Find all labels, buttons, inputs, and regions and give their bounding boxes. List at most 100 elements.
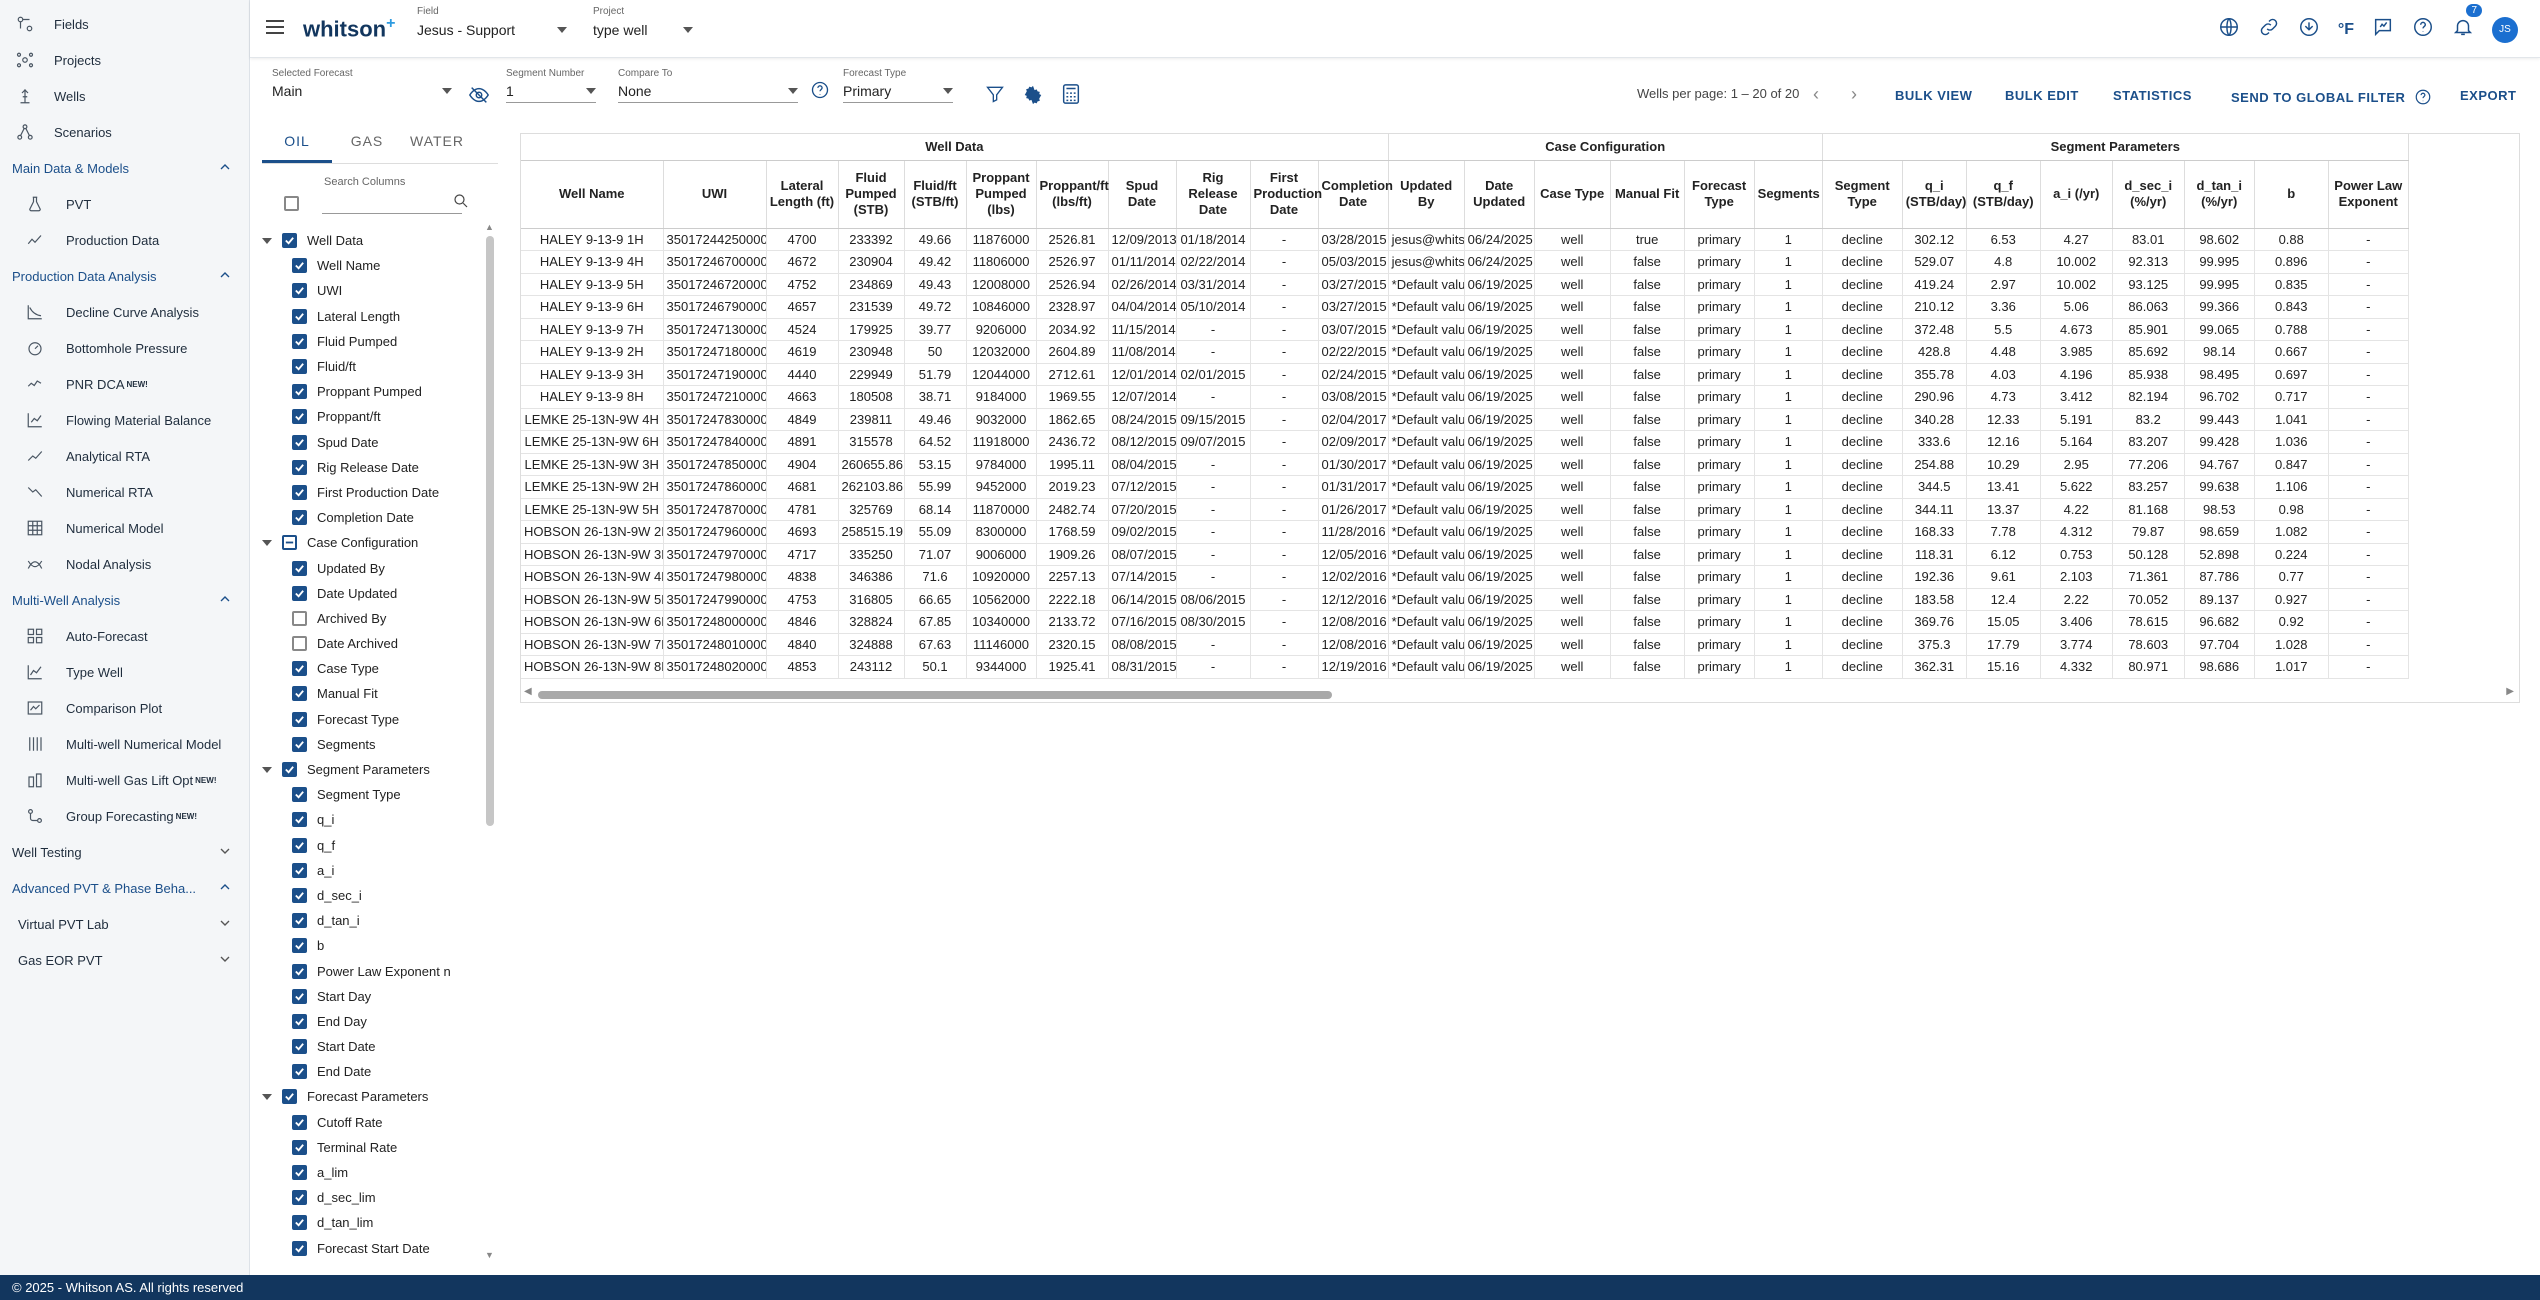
table-cell[interactable]: - <box>1250 610 1319 634</box>
next-page-icon[interactable]: › <box>1851 84 1857 105</box>
project-select[interactable]: Project type well <box>593 6 693 38</box>
table-cell[interactable]: primary <box>1684 408 1755 431</box>
table-cell[interactable]: 10.002 <box>2040 250 2113 274</box>
table-cell[interactable]: 38.71 <box>904 385 967 409</box>
scroll-thumb[interactable] <box>538 691 1332 699</box>
table-cell[interactable]: - <box>1250 498 1319 521</box>
column-option[interactable]: Spud Date <box>262 430 498 455</box>
checkbox[interactable] <box>292 1013 307 1029</box>
table-cell[interactable]: 98.686 <box>2184 655 2255 679</box>
table-cell[interactable]: 1 <box>1754 273 1823 296</box>
table-cell[interactable]: primary <box>1684 228 1755 251</box>
table-cell[interactable]: - <box>1176 543 1251 566</box>
table-cell[interactable]: 02/22/2014 <box>1176 250 1251 274</box>
table-cell[interactable]: 35017247180000 <box>663 340 767 364</box>
help-icon[interactable] <box>2412 16 2434 43</box>
table-cell[interactable]: - <box>1176 633 1251 656</box>
table-cell[interactable]: 96.682 <box>2184 610 2255 634</box>
table-cell[interactable]: *Default value <box>1388 475 1465 499</box>
checkbox[interactable] <box>292 434 307 450</box>
table-cell[interactable]: - <box>1250 340 1319 364</box>
table-cell[interactable]: 85.901 <box>2112 318 2185 341</box>
checkbox[interactable] <box>292 887 307 903</box>
table-cell[interactable]: *Default value <box>1388 453 1465 476</box>
table-cell[interactable]: 06/19/2025 <box>1464 340 1535 364</box>
column-option[interactable]: Fluid/ft <box>262 354 498 379</box>
table-cell[interactable]: well <box>1534 543 1611 566</box>
column-option[interactable]: UWI <box>262 278 498 303</box>
visibility-off-icon[interactable] <box>468 84 490 111</box>
table-cell[interactable]: 06/19/2025 <box>1464 543 1535 566</box>
table-cell[interactable]: - <box>1250 655 1319 679</box>
table-cell[interactable]: 4904 <box>766 453 839 476</box>
table-cell[interactable]: 1.017 <box>2254 655 2329 679</box>
table-cell[interactable]: *Default value <box>1388 520 1465 544</box>
table-cell[interactable]: 2.95 <box>2040 453 2113 476</box>
table-row[interactable]: LEMKE 25-13N-9W 6H 35017247840000 4891 3155… <box>521 430 2409 454</box>
sidebar-item[interactable]: Comparison Plot <box>0 690 249 726</box>
table-cell[interactable]: - <box>2328 363 2409 386</box>
column-option[interactable]: Date Updated <box>262 581 498 606</box>
table-cell[interactable]: - <box>2328 430 2409 454</box>
table-cell[interactable]: jesus@whitson <box>1388 228 1465 251</box>
column-option[interactable]: a_i <box>262 858 498 883</box>
table-cell[interactable]: well <box>1534 588 1611 611</box>
table-row[interactable]: HALEY 9-13-9 8H 35017247210000 4663 180508 3… <box>521 385 2409 409</box>
table-cell[interactable]: jesus@whitson <box>1388 250 1465 274</box>
table-cell[interactable]: 83.2 <box>2112 408 2185 431</box>
checkbox[interactable] <box>292 913 307 929</box>
scroll-left-arrow[interactable]: ◀ <box>524 686 532 697</box>
table-cell[interactable]: 355.78 <box>1902 363 1967 386</box>
table-cell[interactable]: HOBSON 26-13N-9W 5H <box>521 588 664 611</box>
checkbox[interactable] <box>282 1089 297 1105</box>
table-cell[interactable]: 192.36 <box>1902 565 1967 589</box>
table-cell[interactable]: 35017247830000 <box>663 408 767 431</box>
column-option[interactable]: q_f <box>262 833 498 858</box>
table-cell[interactable]: primary <box>1684 363 1755 386</box>
table-cell[interactable]: false <box>1610 633 1685 656</box>
table-cell[interactable]: 35017246790000 <box>663 295 767 319</box>
table-cell[interactable]: 12/08/2016 <box>1318 610 1389 634</box>
table-cell[interactable]: 0.77 <box>2254 565 2329 589</box>
table-cell[interactable]: 1.082 <box>2254 520 2329 544</box>
table-cell[interactable]: - <box>1176 565 1251 589</box>
table-cell[interactable]: 168.33 <box>1902 520 1967 544</box>
table-cell[interactable]: 2133.72 <box>1036 610 1109 634</box>
table-cell[interactable]: 13.41 <box>1966 475 2041 499</box>
table-cell[interactable]: 362.31 <box>1902 655 1967 679</box>
table-cell[interactable]: *Default value <box>1388 588 1465 611</box>
table-cell[interactable]: 0.667 <box>2254 340 2329 364</box>
sidebar-section-header[interactable]: Main Data & Models <box>0 150 249 186</box>
table-cell[interactable]: 529.07 <box>1902 250 1967 274</box>
table-cell[interactable]: 03/31/2014 <box>1176 273 1251 296</box>
table-cell[interactable]: 99.995 <box>2184 273 2255 296</box>
table-cell[interactable]: 49.43 <box>904 273 967 296</box>
table-cell[interactable]: - <box>1176 340 1251 364</box>
table-cell[interactable]: 35017247850000 <box>663 453 767 476</box>
table-cell[interactable]: HALEY 9-13-9 8H <box>521 385 664 409</box>
table-cell[interactable]: 118.31 <box>1902 543 1967 566</box>
table-cell[interactable]: 10.29 <box>1966 453 2041 476</box>
table-cell[interactable]: 68.14 <box>904 498 967 521</box>
table-cell[interactable]: primary <box>1684 475 1755 499</box>
table-cell[interactable]: 08/06/2015 <box>1176 588 1251 611</box>
table-cell[interactable]: HALEY 9-13-9 1H <box>521 228 664 251</box>
table-cell[interactable]: 0.224 <box>2254 543 2329 566</box>
table-cell[interactable]: 10.002 <box>2040 273 2113 296</box>
column-option[interactable]: Updated By <box>262 555 498 580</box>
table-cell[interactable]: 2034.92 <box>1036 318 1109 341</box>
table-cell[interactable]: 77.206 <box>2112 453 2185 476</box>
table-cell[interactable]: 07/16/2015 <box>1108 610 1177 634</box>
table-cell[interactable]: 1969.55 <box>1036 385 1109 409</box>
table-cell[interactable]: 01/30/2017 <box>1318 453 1389 476</box>
table-cell[interactable]: 07/20/2015 <box>1108 498 1177 521</box>
column-option[interactable]: Completion Date <box>262 505 498 530</box>
table-cell[interactable]: decline <box>1822 340 1903 364</box>
gear-icon[interactable] <box>1022 84 1044 111</box>
chevron-down-icon[interactable] <box>262 1093 272 1100</box>
table-cell[interactable]: 35017244250000 <box>663 228 767 251</box>
table-cell[interactable]: 1862.65 <box>1036 408 1109 431</box>
table-cell[interactable]: 06/19/2025 <box>1464 318 1535 341</box>
table-cell[interactable]: 0.843 <box>2254 295 2329 319</box>
checkbox[interactable] <box>292 359 307 375</box>
